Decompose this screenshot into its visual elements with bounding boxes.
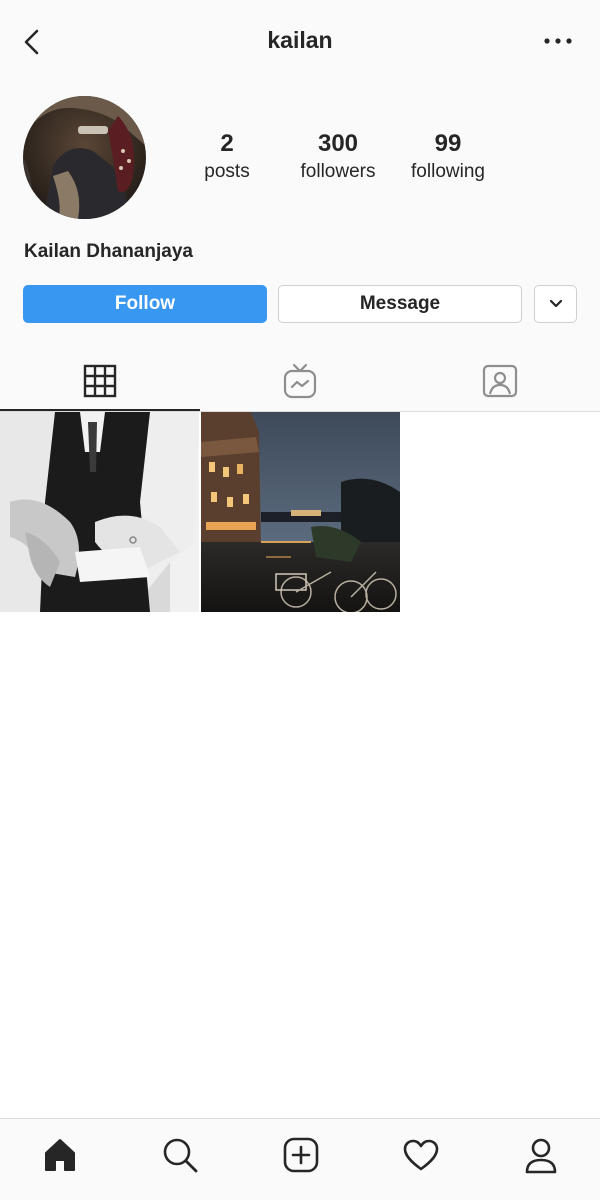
grid-icon: [83, 364, 117, 398]
more-options-icon[interactable]: [542, 34, 574, 48]
post-thumbnail[interactable]: [201, 412, 400, 612]
tab-tagged[interactable]: [400, 352, 600, 410]
home-icon: [45, 1139, 75, 1171]
followers-label: followers: [300, 161, 376, 182]
nav-search[interactable]: [158, 1133, 202, 1177]
posts-stat: 2 posts: [167, 130, 287, 186]
followers-stat[interactable]: 300 followers: [278, 130, 398, 186]
heart-icon: [403, 1139, 439, 1171]
nav-profile[interactable]: [519, 1133, 563, 1177]
profile-tabs: [0, 352, 600, 412]
bottom-nav: [0, 1118, 600, 1200]
following-label: following: [411, 161, 485, 182]
avatar[interactable]: [23, 96, 146, 219]
nav-add-post[interactable]: [279, 1133, 323, 1177]
add-post-icon: [283, 1137, 319, 1173]
chevron-down-icon: [549, 299, 562, 308]
nav-activity[interactable]: [399, 1133, 443, 1177]
profile-username-title: kailan: [267, 27, 333, 53]
message-button[interactable]: Message: [278, 285, 522, 323]
post-thumbnail[interactable]: [0, 412, 199, 612]
profile-header-area: kailan 2 posts 300 followers 99 followin…: [0, 0, 600, 412]
tab-igtv[interactable]: [200, 352, 400, 410]
follow-button[interactable]: Follow: [23, 285, 267, 323]
nav-home[interactable]: [38, 1133, 82, 1177]
tagged-icon: [482, 364, 518, 398]
followers-count: 300: [317, 130, 359, 157]
following-count: 99: [434, 130, 462, 157]
top-bar: kailan: [0, 0, 600, 84]
igtv-icon: [283, 363, 317, 399]
posts-label: posts: [204, 161, 250, 182]
suggested-accounts-button[interactable]: [534, 285, 577, 323]
posts-count: 2: [220, 130, 234, 157]
profile-full-name: Kailan Dhananjaya: [24, 241, 193, 262]
profile-icon: [525, 1138, 557, 1174]
search-icon: [163, 1138, 198, 1173]
tab-grid[interactable]: [0, 352, 200, 411]
following-stat[interactable]: 99 following: [388, 130, 508, 186]
